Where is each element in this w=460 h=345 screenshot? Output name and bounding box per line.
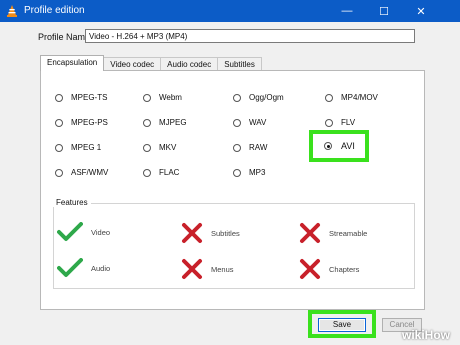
radio-mpeg-ts[interactable]: MPEG-TS [55,93,107,102]
radio-mjpeg[interactable]: MJPEG [143,118,187,127]
tab-audio-codec[interactable]: Audio codec [160,57,219,71]
radio-button-icon [233,118,241,127]
feature-chapters: Chapters [299,258,359,280]
radio-label: RAW [249,143,268,152]
radio-label: MPEG-PS [71,118,108,127]
cross-icon [182,223,202,243]
radio-raw[interactable]: RAW [233,143,267,152]
feature-streamable: Streamable [299,222,367,244]
cross-icon [182,259,202,279]
radio-asf-wmv[interactable]: ASF/WMV [55,168,108,177]
radio-flv[interactable]: FLV [325,118,355,127]
radio-label: MKV [159,143,177,152]
feature-subtitles: Subtitles [181,222,240,244]
checkmark-icon [57,258,83,277]
save-highlight: Save [308,310,376,338]
tab-encapsulation[interactable]: Encapsulation [40,55,105,71]
radio-label: MP4/MOV [341,93,378,102]
radio-button-icon [55,168,63,177]
encapsulation-panel: MPEG-TS Webm Ogg/Ogm MP4/MOV MPEG-PS MJP… [40,70,425,310]
radio-button-icon [233,93,241,102]
features-legend: Features [53,198,91,207]
radio-button-icon [143,143,151,152]
feature-audio: Audio [57,258,110,278]
radio-mp4-mov[interactable]: MP4/MOV [325,93,378,102]
radio-wav[interactable]: WAV [233,118,266,127]
feature-video: Video [57,222,110,242]
window-title: Profile edition [24,5,85,16]
profile-name-input[interactable] [85,29,415,43]
minimize-button[interactable]: — [330,0,364,22]
radio-label: Ogg/Ogm [249,93,284,102]
radio-button-icon [143,118,151,127]
radio-label: MPEG-TS [71,93,108,102]
radio-avi[interactable]: AVI [309,130,369,162]
cross-icon [300,259,320,279]
radio-button-icon [55,143,63,152]
radio-mpeg-ps[interactable]: MPEG-PS [55,118,108,127]
profile-name-label: Profile Name [38,32,91,42]
radio-mp3[interactable]: MP3 [233,168,265,177]
radio-label: WAV [249,118,267,127]
vlc-cone-icon [6,5,18,17]
radio-flac[interactable]: FLAC [143,168,179,177]
radio-button-icon [55,118,63,127]
maximize-button[interactable]: ☐ [367,0,401,22]
wikihow-watermark: wikiHow [402,328,451,342]
save-button[interactable]: Save [318,318,366,332]
radio-label: MP3 [249,168,266,177]
radio-label: AVI [341,141,355,151]
radio-button-icon [143,93,151,102]
tab-video-codec[interactable]: Video codec [103,57,162,71]
radio-label: ASF/WMV [71,168,109,177]
tab-subtitles[interactable]: Subtitles [217,57,262,71]
radio-webm[interactable]: Webm [143,93,182,102]
radio-button-selected-icon [324,142,332,150]
radio-label: Webm [159,93,182,102]
radio-button-icon [233,168,241,177]
radio-button-icon [55,93,63,102]
checkmark-icon [57,222,83,241]
tab-bar: Encapsulation Video codec Audio codec Su… [40,55,262,71]
radio-label: FLAC [159,168,180,177]
radio-button-icon [325,118,333,127]
title-bar: Profile edition — ☐ ✕ [0,0,460,22]
radio-button-icon [233,143,241,152]
radio-mkv[interactable]: MKV [143,143,176,152]
radio-ogg-ogm[interactable]: Ogg/Ogm [233,93,284,102]
radio-button-icon [325,93,333,102]
close-button[interactable]: ✕ [404,0,438,22]
cross-icon [300,223,320,243]
feature-menus: Menus [181,258,234,280]
radio-label: FLV [341,118,356,127]
radio-mpeg-1[interactable]: MPEG 1 [55,143,101,152]
radio-label: MJPEG [159,118,187,127]
radio-label: MPEG 1 [71,143,102,152]
radio-button-icon [143,168,151,177]
